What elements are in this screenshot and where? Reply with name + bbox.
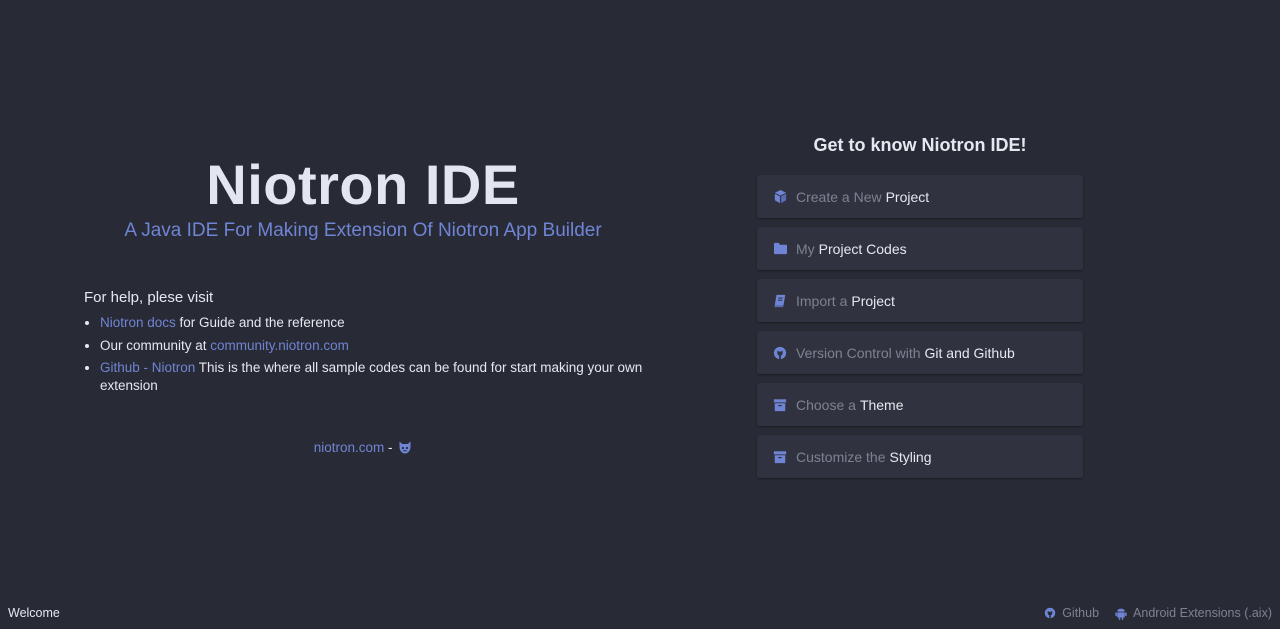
import-project-button[interactable]: Import a Project	[757, 279, 1083, 322]
card-strong-label: Styling	[889, 448, 932, 465]
folder-icon	[772, 241, 788, 257]
welcome-page: Niotron IDE A Java IDE For Making Extens…	[0, 0, 1280, 629]
card-muted-label: Version Control with	[796, 344, 921, 361]
community-link[interactable]: community.niotron.com	[210, 338, 349, 353]
card-muted-label: Choose a	[796, 396, 856, 413]
help-item-community-text: Our community at	[100, 337, 211, 353]
github-icon	[772, 345, 788, 361]
page-subtitle: A Java IDE For Making Extension Of Niotr…	[124, 220, 602, 241]
status-android-extensions[interactable]: Android Extensions (.aix)	[1115, 606, 1272, 620]
github-niotron-link[interactable]: Github - Niotron	[100, 360, 195, 375]
customize-styling-button[interactable]: Customize the Styling	[757, 435, 1083, 478]
status-github-link[interactable]: Github	[1044, 606, 1099, 620]
cards-title: Get to know Niotron IDE!	[813, 135, 1027, 155]
card-muted-label: Import a	[796, 292, 848, 309]
help-section: For help, plese visit Niotron docs for G…	[84, 289, 664, 400]
card-muted-label: Customize the	[796, 448, 886, 465]
archive-icon	[772, 397, 788, 413]
footer-separator: -	[384, 440, 397, 455]
help-item-github: Github - Niotron This is the where all s…	[100, 359, 664, 395]
niotron-docs-link[interactable]: Niotron docs	[100, 315, 176, 330]
card-muted-label: Create a New	[796, 188, 882, 205]
status-bar-right: Github Android Extensions (.aix)	[1028, 606, 1272, 620]
card-strong-label: Git and Github	[924, 344, 1015, 361]
status-welcome[interactable]: Welcome	[8, 606, 60, 620]
card-strong-label: Project Codes	[818, 240, 907, 257]
android-icon	[1115, 608, 1127, 620]
help-item-community: Our community at community.niotron.com	[100, 337, 664, 355]
version-control-button[interactable]: Version Control with Git and Github	[757, 331, 1083, 374]
archive-icon	[772, 449, 788, 465]
help-item-docs-text: for Guide and the reference	[175, 315, 345, 330]
cube-icon	[772, 189, 788, 205]
status-github-label: Github	[1062, 606, 1100, 620]
my-project-codes-button[interactable]: My Project Codes	[757, 227, 1083, 270]
choose-theme-button[interactable]: Choose a Theme	[757, 383, 1083, 426]
github-octocat-icon[interactable]	[398, 441, 412, 457]
card-strong-label: Project	[851, 292, 895, 309]
status-android-label: Android Extensions (.aix)	[1133, 606, 1272, 620]
help-item-docs: Niotron docs for Guide and the reference	[100, 314, 664, 332]
github-icon	[1044, 607, 1056, 619]
card-muted-label: My	[796, 240, 815, 257]
niotron-site-link[interactable]: niotron.com	[314, 440, 385, 455]
card-strong-label: Project	[885, 188, 930, 205]
card-strong-label: Theme	[859, 396, 904, 413]
help-heading: For help, plese visit	[84, 289, 214, 306]
page-title: Niotron IDE	[206, 153, 520, 216]
create-new-project-button[interactable]: Create a New Project	[757, 175, 1083, 218]
help-list: Niotron docs for Guide and the reference…	[84, 314, 664, 395]
book-icon	[772, 293, 788, 309]
footer-links: niotron.com -	[0, 440, 726, 457]
